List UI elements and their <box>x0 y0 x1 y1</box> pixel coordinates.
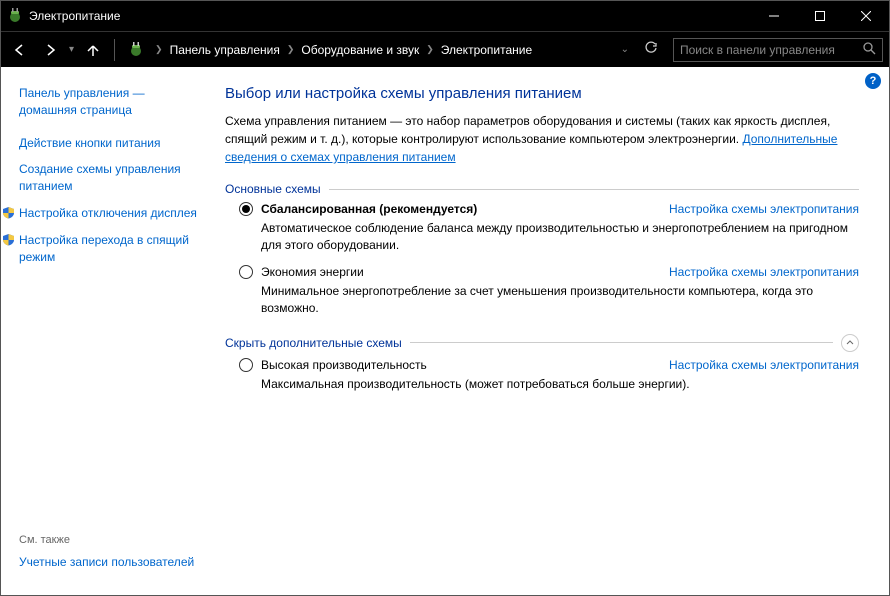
crumb-control-panel[interactable]: Панель управления <box>170 43 280 57</box>
intro-text: Схема управления питанием — это набор па… <box>225 112 859 166</box>
window-title: Электропитание <box>29 9 751 23</box>
forward-button[interactable] <box>37 37 63 63</box>
back-button[interactable] <box>7 37 33 63</box>
crumb-hardware-sound[interactable]: Оборудование и звук <box>301 43 419 57</box>
recent-dropdown[interactable]: ▾ <box>67 44 76 55</box>
sidebar-home-link[interactable]: Панель управления — домашняя страница <box>19 85 197 119</box>
minimize-button[interactable] <box>751 1 797 31</box>
search-icon[interactable] <box>863 42 876 58</box>
plan-name-high-performance[interactable]: Высокая производительность <box>261 358 427 372</box>
plan-high-performance: Высокая производительность Настройка схе… <box>239 358 859 393</box>
chevron-right-icon: ❯ <box>153 44 165 55</box>
divider <box>410 342 833 343</box>
chevron-right-icon: ❯ <box>285 44 297 55</box>
sidebar: Панель управления — домашняя страница Де… <box>1 67 209 595</box>
plan-radio-balanced[interactable] <box>239 202 253 216</box>
address-dropdown[interactable]: ⌄ <box>621 44 635 55</box>
page-heading: Выбор или настройка схемы управления пит… <box>225 85 859 102</box>
plan-balanced: Сбалансированная (рекомендуется) Настрой… <box>239 202 859 255</box>
help-icon[interactable]: ? <box>865 73 881 89</box>
section-main-plans: Основные схемы <box>225 182 859 196</box>
section-extra-plans: Скрыть дополнительные схемы <box>225 334 859 352</box>
crumb-power-options[interactable]: Электропитание <box>441 43 532 57</box>
section-main-label: Основные схемы <box>225 182 321 196</box>
divider <box>329 189 859 190</box>
see-also-heading: См. также <box>19 534 197 546</box>
sidebar-link-display-off[interactable]: Настройка отключения дисплея <box>19 205 197 222</box>
plan-desc-high-performance: Максимальная производительность (может п… <box>261 376 859 393</box>
power-app-icon <box>7 8 23 24</box>
plan-desc-balanced: Автоматическое соблюдение баланса между … <box>261 220 859 255</box>
plan-settings-link-balanced[interactable]: Настройка схемы электропитания <box>669 202 859 216</box>
maximize-button[interactable] <box>797 1 843 31</box>
section-extra-label: Скрыть дополнительные схемы <box>225 336 402 350</box>
chevron-right-icon: ❯ <box>424 44 436 55</box>
shield-icon <box>1 233 15 247</box>
search-input[interactable] <box>680 43 859 57</box>
plan-name-power-saver[interactable]: Экономия энергии <box>261 265 364 279</box>
breadcrumb[interactable]: ❯ Панель управления ❯ Оборудование и зву… <box>153 38 635 62</box>
plan-settings-link-high-performance[interactable]: Настройка схемы электропитания <box>669 358 859 372</box>
plan-desc-power-saver: Минимальное энергопотребление за счет ум… <box>261 283 859 318</box>
separator <box>114 39 115 61</box>
refresh-button[interactable] <box>639 41 663 58</box>
shield-icon <box>1 206 15 220</box>
content-area: ? Панель управления — домашняя страница … <box>1 67 889 595</box>
up-button[interactable] <box>80 37 106 63</box>
titlebar: Электропитание <box>1 1 889 31</box>
main-panel: Выбор или настройка схемы управления пит… <box>209 67 889 595</box>
plan-radio-high-performance[interactable] <box>239 358 253 372</box>
search-box[interactable] <box>673 38 883 62</box>
intro-text-body: Схема управления питанием — это набор па… <box>225 114 830 146</box>
see-also-user-accounts[interactable]: Учетные записи пользователей <box>19 554 197 571</box>
sidebar-link-create-plan[interactable]: Создание схемы управления питанием <box>19 161 197 195</box>
navbar: ▾ ❯ Панель управления ❯ Оборудование и з… <box>1 31 889 67</box>
plan-name-balanced[interactable]: Сбалансированная (рекомендуется) <box>261 202 477 216</box>
plan-power-saver: Экономия энергии Настройка схемы электро… <box>239 265 859 318</box>
window-controls <box>751 1 889 31</box>
collapse-button[interactable] <box>841 334 859 352</box>
plan-radio-power-saver[interactable] <box>239 265 253 279</box>
sidebar-link-sleep[interactable]: Настройка перехода в спящий режим <box>19 232 197 266</box>
close-button[interactable] <box>843 1 889 31</box>
sidebar-link-power-button[interactable]: Действие кнопки питания <box>19 135 197 152</box>
address-power-icon <box>127 41 145 59</box>
plan-settings-link-power-saver[interactable]: Настройка схемы электропитания <box>669 265 859 279</box>
